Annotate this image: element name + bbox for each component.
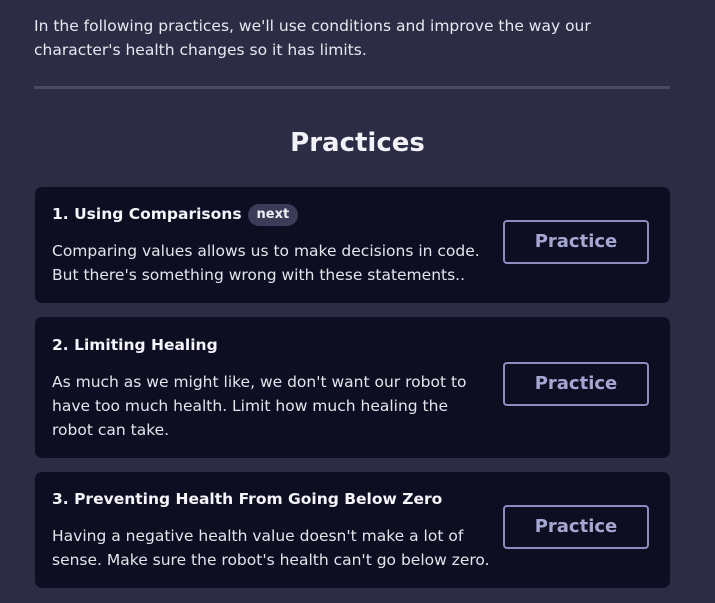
practice-title: 3. Preventing Health From Going Below Ze… [52,490,443,508]
practice-title: 1. Using Comparisons next [52,202,299,226]
next-badge: next [247,204,299,226]
practice-card-3: 3. Preventing Health From Going Below Ze… [35,472,670,588]
intro-text: In the following practices, we'll use co… [34,17,591,59]
practice-card-2: 2. Limiting Healing As much as we might … [35,317,670,458]
section-title: Practices [290,128,425,158]
practice-description: Having a negative health value doesn't m… [52,527,490,569]
practice-button[interactable]: Practice [503,362,649,406]
practice-title-text: 1. Using Comparisons [52,205,242,223]
divider [34,86,670,89]
practice-title: 2. Limiting Healing [52,336,218,354]
practice-button[interactable]: Practice [503,505,649,549]
practice-description: Comparing values allows us to make decis… [52,242,480,284]
practice-button[interactable]: Practice [503,220,649,264]
practice-description: As much as we might like, we don't want … [52,373,467,439]
practice-card-1: 1. Using Comparisons next Comparing value… [35,187,670,303]
